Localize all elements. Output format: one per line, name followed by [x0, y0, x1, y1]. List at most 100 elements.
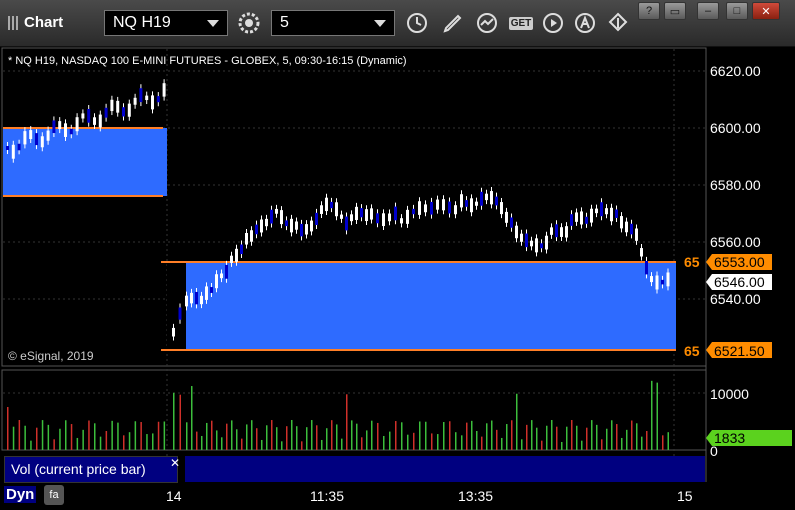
candle-body [29, 130, 33, 140]
candle-body [525, 233, 528, 248]
candle-body [225, 264, 228, 279]
volume-bar [443, 422, 445, 450]
candle-body [535, 238, 538, 253]
volume-bar [511, 420, 513, 450]
volume-bar [576, 425, 578, 450]
candle-body [98, 114, 102, 128]
pencil-draw-icon[interactable] [440, 10, 466, 36]
chevron-down-icon [374, 20, 386, 27]
volume-bar [541, 440, 543, 450]
get-data-icon[interactable]: GET [506, 10, 536, 36]
volume-bar [82, 429, 84, 450]
symbol-dropdown[interactable]: NQ H19 [104, 10, 228, 36]
candle-body [235, 248, 238, 262]
price-chart[interactable]: 6620.00 6600.00 6580.00 6560.00 6540.00 … [0, 46, 795, 510]
candle-body [580, 211, 583, 225]
minimize-button[interactable]: – [697, 2, 719, 20]
candle-body [365, 209, 368, 222]
volume-bar [591, 420, 593, 450]
volume-study-text: Vol (current price bar) [11, 461, 146, 477]
volume-bar [626, 429, 628, 450]
volume-study-label[interactable]: Vol (current price bar) [4, 456, 178, 483]
candle-body [575, 212, 578, 222]
volume-bar [12, 426, 15, 450]
price-tag-upper-value: 6553.00 [714, 254, 765, 270]
candle-body [145, 95, 149, 101]
close-button[interactable]: ✕ [752, 2, 780, 20]
volume-bar [466, 422, 468, 450]
volume-bar [7, 407, 9, 450]
price-tag-lower: 6521.50 [706, 342, 772, 359]
volume-bar [163, 421, 166, 450]
settings-gear-icon[interactable] [236, 10, 262, 36]
volume-bar [481, 436, 483, 450]
candle-body [495, 196, 498, 206]
candle-body [178, 307, 182, 320]
volume-bar [516, 393, 518, 450]
price-tick: 6580.00 [710, 177, 761, 193]
restore-button[interactable]: ▭ [664, 2, 686, 20]
volume-bar [231, 420, 233, 450]
candle-body [250, 230, 253, 242]
candle-body [555, 224, 558, 238]
candle-body [64, 123, 67, 137]
candle-body [610, 207, 613, 222]
studies-icon[interactable] [474, 10, 500, 36]
volume-bar [311, 420, 313, 450]
volume-bar [134, 421, 137, 450]
candle-body [275, 208, 278, 214]
get-data-label: GET [508, 16, 534, 30]
candle-body [630, 223, 633, 235]
interval-dropdown[interactable]: 5 [271, 10, 395, 36]
volume-bar [70, 424, 73, 450]
candle-body [635, 228, 638, 241]
volume-bar [501, 437, 503, 450]
volume-bar [531, 420, 533, 450]
candle-body [210, 287, 213, 293]
candle-body [240, 244, 243, 255]
candle-body [335, 202, 338, 217]
x-tick: 13:35 [458, 488, 494, 504]
candle-body [655, 275, 659, 290]
volume-bar [105, 430, 108, 450]
dyn-label[interactable]: Dyn [4, 486, 37, 503]
volume-bar [256, 428, 258, 450]
volume-bar [201, 435, 203, 450]
candle-body [505, 211, 508, 223]
volume-bar [146, 434, 148, 450]
candle-body [485, 193, 488, 201]
volume-bar [606, 428, 608, 450]
maximize-button[interactable]: □ [726, 2, 748, 20]
candle-body [122, 107, 125, 117]
volume-bar [221, 437, 223, 450]
clock-icon[interactable] [404, 10, 430, 36]
play-icon[interactable] [540, 10, 566, 36]
help-button[interactable]: ? [638, 2, 660, 20]
volume-bar [491, 420, 493, 450]
candle-body [17, 143, 21, 151]
volume-bar [59, 428, 61, 450]
volume-bar [326, 428, 328, 450]
lock-icon[interactable]: fa [44, 485, 64, 505]
candle-body [23, 131, 27, 145]
volume-bar [18, 420, 21, 450]
window-title-label: Chart [24, 14, 64, 31]
volume-bar [211, 420, 213, 450]
candle-body [260, 219, 263, 233]
alert-a-icon[interactable] [572, 10, 598, 36]
volume-bar [662, 435, 664, 450]
window-title: Chart [8, 14, 63, 31]
candle-body [6, 146, 9, 150]
candle-body [530, 240, 533, 247]
volume-bar [140, 422, 142, 450]
volume-bar [111, 420, 113, 450]
volume-bar [419, 421, 421, 450]
volume-bar [521, 439, 523, 450]
price-tick: 6540.00 [710, 291, 761, 307]
link-icon[interactable] [605, 10, 631, 36]
volume-bar [276, 427, 278, 450]
candle-body [382, 213, 385, 227]
close-study-icon[interactable]: ✕ [170, 456, 180, 470]
candle-body [661, 279, 664, 285]
candle-body [172, 327, 175, 337]
